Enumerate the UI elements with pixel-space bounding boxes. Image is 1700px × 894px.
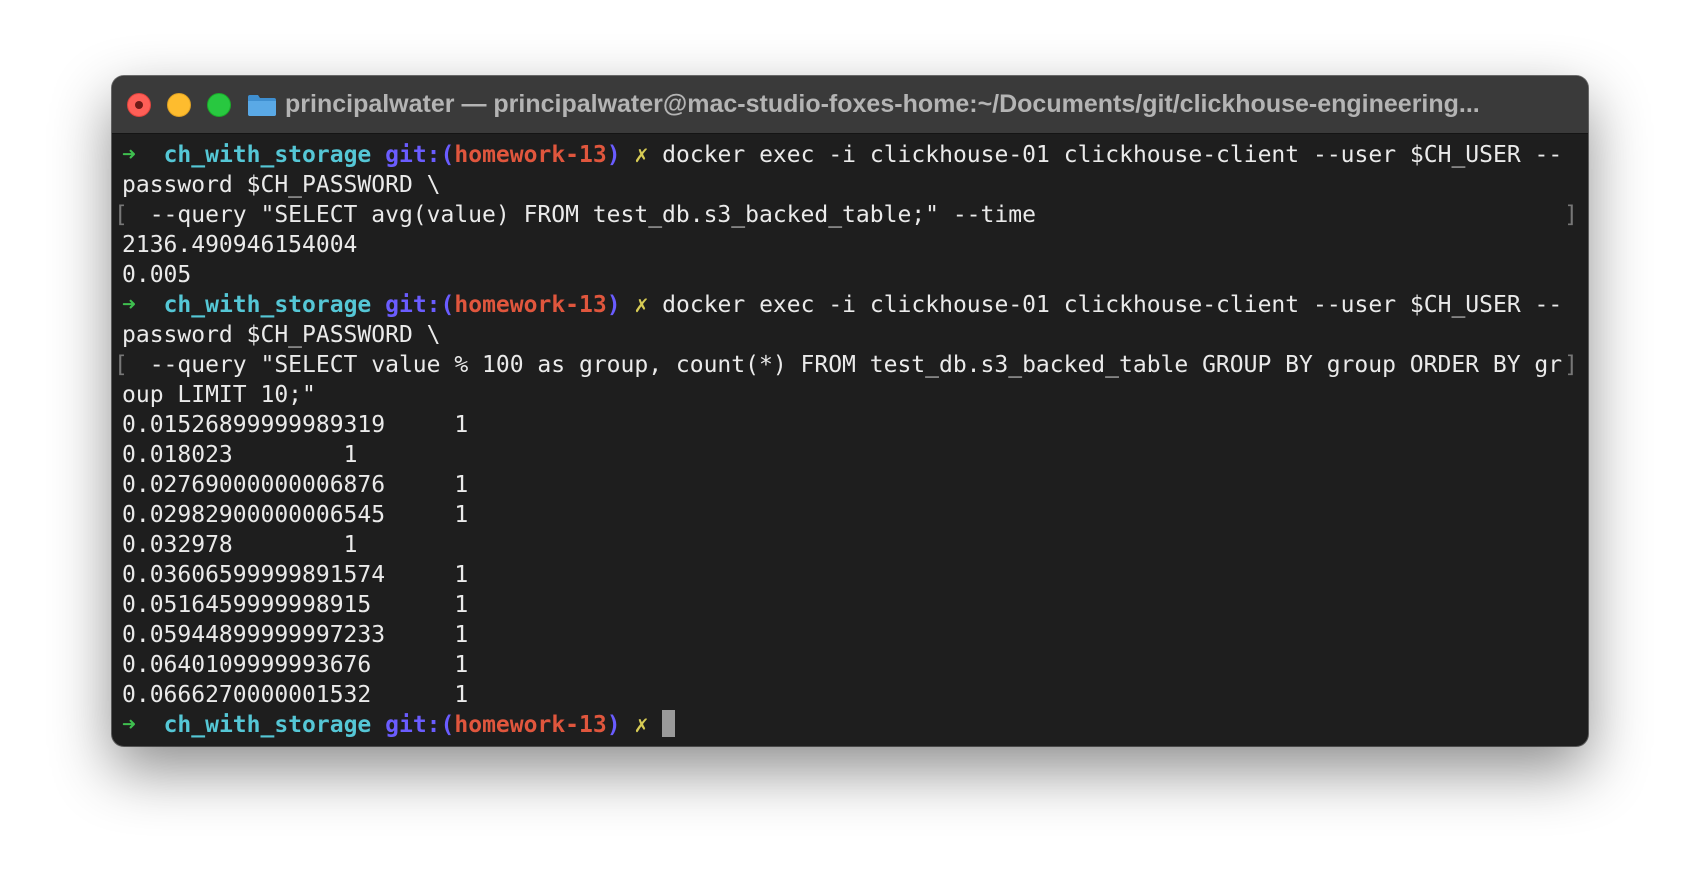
output-line: 0.005 bbox=[122, 262, 192, 288]
result-row: 0.02982900000006545 1 bbox=[122, 500, 1578, 530]
prompt-git-suffix: ) bbox=[606, 142, 621, 168]
command-continuation: oup LIMIT 10;" bbox=[122, 380, 1578, 410]
result-count: 1 bbox=[454, 562, 469, 588]
result-row: 0.032978 1 bbox=[122, 530, 1578, 560]
tab-spacer bbox=[233, 532, 344, 558]
prompt-dirty-icon: ✗ bbox=[634, 142, 649, 168]
command-continuation: [ --query "SELECT avg(value) FROM test_d… bbox=[114, 200, 1578, 230]
result-row: 0.0516459999998915 1 bbox=[122, 590, 1578, 620]
result-value: 0.032978 bbox=[122, 532, 233, 558]
window-title-area: principalwater — principalwater@mac-stud… bbox=[247, 90, 1587, 119]
tab-spacer bbox=[385, 412, 454, 438]
tab-spacer bbox=[371, 652, 454, 678]
result-count: 1 bbox=[454, 592, 469, 618]
command-text: docker exec -i clickhouse-01 clickhouse-… bbox=[662, 142, 1563, 168]
window-controls bbox=[127, 92, 247, 117]
result-count: 1 bbox=[454, 502, 469, 528]
result-count: 1 bbox=[454, 412, 469, 438]
prompt-git-suffix: ) bbox=[606, 292, 621, 318]
result-value: 0.0666270000001532 bbox=[122, 682, 372, 708]
text-cursor bbox=[662, 710, 676, 737]
tab-spacer bbox=[233, 442, 344, 468]
result-row: 0.0666270000001532 1 bbox=[122, 680, 1578, 710]
prompt-git-prefix: git:( bbox=[385, 142, 455, 168]
terminal-window: principalwater — principalwater@mac-stud… bbox=[112, 76, 1588, 746]
zoom-button[interactable] bbox=[207, 92, 231, 117]
result-row: 0.01526899999989319 1 bbox=[122, 410, 1578, 440]
tab-spacer bbox=[371, 682, 454, 708]
prompt-dirty-icon: ✗ bbox=[634, 712, 649, 738]
command-text: oup LIMIT 10;" bbox=[122, 382, 316, 408]
prompt-arrow-icon: ➜ bbox=[122, 712, 136, 738]
result-count: 1 bbox=[454, 682, 469, 708]
command-text: --query "SELECT avg(value) FROM test_db.… bbox=[122, 202, 1036, 228]
command-text: password $CH_PASSWORD \ bbox=[122, 322, 441, 348]
tab-spacer bbox=[385, 622, 454, 648]
result-value: 0.01526899999989319 bbox=[122, 412, 386, 438]
window-title: principalwater — principalwater@mac-stud… bbox=[285, 90, 1480, 118]
query-result-rows: 0.01526899999989319 1 0.018023 1 0.0276900… bbox=[122, 410, 1578, 710]
prompt-dir: ch_with_storage bbox=[163, 292, 372, 318]
minimize-button[interactable] bbox=[167, 92, 191, 117]
result-value: 0.018023 bbox=[122, 442, 233, 468]
command-text: password $CH_PASSWORD \ bbox=[122, 172, 441, 198]
prompt-git-suffix: ) bbox=[606, 712, 621, 738]
result-row: 0.02769000000006876 1 bbox=[122, 470, 1578, 500]
title-bar[interactable]: principalwater — principalwater@mac-stud… bbox=[112, 76, 1588, 134]
tab-spacer bbox=[385, 562, 454, 588]
result-row: 0.018023 1 bbox=[122, 440, 1578, 470]
result-count: 1 bbox=[454, 652, 469, 678]
result-row: 0.0640109999993676 1 bbox=[122, 650, 1578, 680]
wrap-bracket-right: ] bbox=[1564, 202, 1578, 228]
result-value: 0.02769000000006876 bbox=[122, 472, 386, 498]
result-value: 0.03606599999891574 bbox=[122, 562, 386, 588]
terminal-output[interactable]: ➜ ch_with_storage git:(homework-13) ✗ do… bbox=[112, 134, 1588, 740]
prompt-dirty-icon: ✗ bbox=[634, 292, 649, 318]
prompt-branch: homework-13 bbox=[454, 292, 607, 318]
prompt-line: ➜ ch_with_storage git:(homework-13) ✗ do… bbox=[122, 140, 1578, 170]
command-continuation: password $CH_PASSWORD \ bbox=[122, 320, 1578, 350]
command-continuation: password $CH_PASSWORD \ bbox=[122, 170, 1578, 200]
prompt-branch: homework-13 bbox=[454, 142, 607, 168]
command-text: --query "SELECT value % 100 as group, co… bbox=[122, 352, 1563, 378]
wrap-bracket-right: ] bbox=[1564, 352, 1578, 378]
close-icon bbox=[135, 100, 143, 109]
result-count: 1 bbox=[454, 622, 469, 648]
result-count: 1 bbox=[343, 532, 358, 558]
result-value: 0.05944899999997233 bbox=[122, 622, 386, 648]
result-row: 0.05944899999997233 1 bbox=[122, 620, 1578, 650]
close-button[interactable] bbox=[127, 92, 151, 117]
result-value: 0.0516459999998915 bbox=[122, 592, 372, 618]
prompt-dir: ch_with_storage bbox=[163, 712, 372, 738]
result-value: 0.0640109999993676 bbox=[122, 652, 372, 678]
result-row: 0.03606599999891574 1 bbox=[122, 560, 1578, 590]
prompt-branch: homework-13 bbox=[454, 712, 607, 738]
result-count: 1 bbox=[454, 472, 469, 498]
tab-spacer bbox=[371, 592, 454, 618]
command-continuation: [ --query "SELECT value % 100 as group, … bbox=[114, 350, 1578, 380]
prompt-arrow-icon: ➜ bbox=[122, 142, 136, 168]
result-count: 1 bbox=[343, 442, 358, 468]
result-value: 0.02982900000006545 bbox=[122, 502, 386, 528]
prompt-git-prefix: git:( bbox=[385, 292, 455, 318]
command-text: docker exec -i clickhouse-01 clickhouse-… bbox=[662, 292, 1563, 318]
wrap-bracket-left: [ bbox=[114, 352, 128, 378]
folder-icon bbox=[247, 93, 277, 117]
tab-spacer bbox=[385, 472, 454, 498]
prompt-line-current[interactable]: ➜ ch_with_storage git:(homework-13) ✗ bbox=[122, 710, 1578, 740]
output-line: 2136.490946154004 bbox=[122, 232, 358, 258]
prompt-git-prefix: git:( bbox=[385, 712, 455, 738]
prompt-arrow-icon: ➜ bbox=[122, 292, 136, 318]
tab-spacer bbox=[385, 502, 454, 528]
prompt-line: ➜ ch_with_storage git:(homework-13) ✗ do… bbox=[122, 290, 1578, 320]
wrap-bracket-left: [ bbox=[114, 202, 128, 228]
prompt-dir: ch_with_storage bbox=[163, 142, 372, 168]
